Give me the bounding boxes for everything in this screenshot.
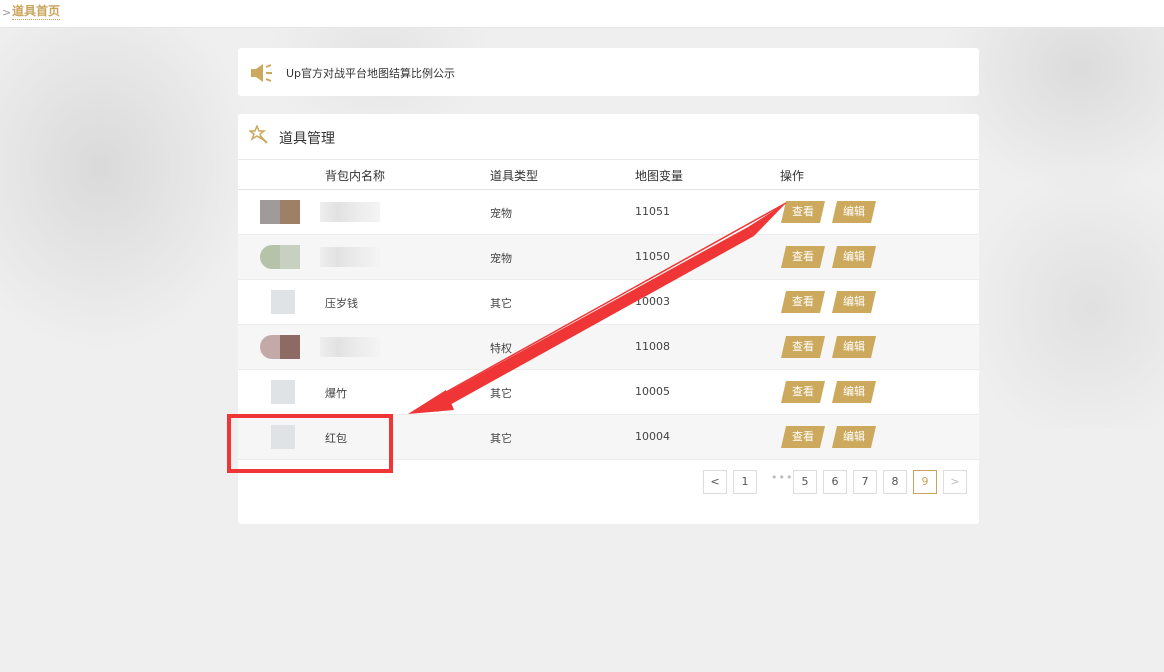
blurred-item-name [320, 337, 380, 357]
page-button-5[interactable]: 5 [793, 470, 817, 494]
table-row: 压岁钱 其它 10003 查看 编辑 [238, 280, 979, 325]
item-type: 特权 [490, 342, 512, 355]
notice-link[interactable]: Up官方对战平台地图结算比例公示 [286, 65, 455, 81]
magic-wand-icon [247, 123, 269, 148]
next-page-button[interactable]: > [943, 470, 967, 494]
page-button-9-current[interactable]: 9 [913, 470, 937, 494]
item-thumbnail [260, 200, 300, 224]
edit-button[interactable]: 编辑 [832, 426, 876, 448]
view-button[interactable]: 查看 [781, 201, 825, 223]
view-button[interactable]: 查看 [781, 291, 825, 313]
column-header-variable: 地图变量 [635, 169, 684, 183]
table-row: 宠物 11051 查看 编辑 [238, 190, 979, 235]
panel-header: 道具管理 [238, 114, 979, 160]
item-variable: 10005 [635, 385, 670, 398]
table-header: 背包内名称 道具类型 地图变量 操作 [238, 160, 979, 190]
prev-page-button[interactable]: < [703, 470, 727, 494]
item-thumbnail [271, 380, 295, 404]
page-button-7[interactable]: 7 [853, 470, 877, 494]
table-row: 特权 11008 查看 编辑 [238, 325, 979, 370]
item-variable: 10004 [635, 430, 670, 443]
item-variable: 11050 [635, 250, 670, 263]
column-header-actions: 操作 [780, 169, 805, 183]
table-row: 宠物 11050 查看 编辑 [238, 235, 979, 280]
item-thumbnail [260, 245, 300, 269]
item-variable: 10003 [635, 295, 670, 308]
notice-bar: Up官方对战平台地图结算比例公示 [238, 48, 979, 96]
edit-button[interactable]: 编辑 [832, 336, 876, 358]
page-button-6[interactable]: 6 [823, 470, 847, 494]
blurred-item-name [320, 247, 380, 267]
breadcrumb-separator: > [2, 6, 12, 19]
breadcrumb-home-link[interactable]: 道具首页 [12, 4, 61, 20]
edit-button[interactable]: 编辑 [832, 381, 876, 403]
annotation-highlight-box [227, 414, 393, 473]
speaker-icon [250, 62, 274, 87]
item-type: 宠物 [490, 207, 512, 220]
item-name: 爆竹 [325, 387, 347, 400]
blurred-item-name [320, 202, 380, 222]
column-header-name: 背包内名称 [325, 169, 386, 183]
top-breadcrumb-bar: > 道具首页 [0, 0, 1164, 28]
item-variable: 11051 [635, 205, 670, 218]
item-type: 宠物 [490, 252, 512, 265]
item-thumbnail [271, 290, 295, 314]
panel-title: 道具管理 [279, 131, 335, 147]
view-button[interactable]: 查看 [781, 426, 825, 448]
page-button-8[interactable]: 8 [883, 470, 907, 494]
view-button[interactable]: 查看 [781, 246, 825, 268]
column-header-type: 道具类型 [490, 169, 539, 183]
pagination-ellipsis: ••• [771, 471, 794, 484]
item-type: 其它 [490, 432, 512, 445]
view-button[interactable]: 查看 [781, 381, 825, 403]
table-row: 爆竹 其它 10005 查看 编辑 [238, 370, 979, 415]
item-type: 其它 [490, 387, 512, 400]
item-type: 其它 [490, 297, 512, 310]
item-variable: 11008 [635, 340, 670, 353]
edit-button[interactable]: 编辑 [832, 201, 876, 223]
page-button-1[interactable]: 1 [733, 470, 757, 494]
item-name: 压岁钱 [325, 297, 358, 310]
item-thumbnail [260, 335, 300, 359]
edit-button[interactable]: 编辑 [832, 246, 876, 268]
view-button[interactable]: 查看 [781, 336, 825, 358]
edit-button[interactable]: 编辑 [832, 291, 876, 313]
